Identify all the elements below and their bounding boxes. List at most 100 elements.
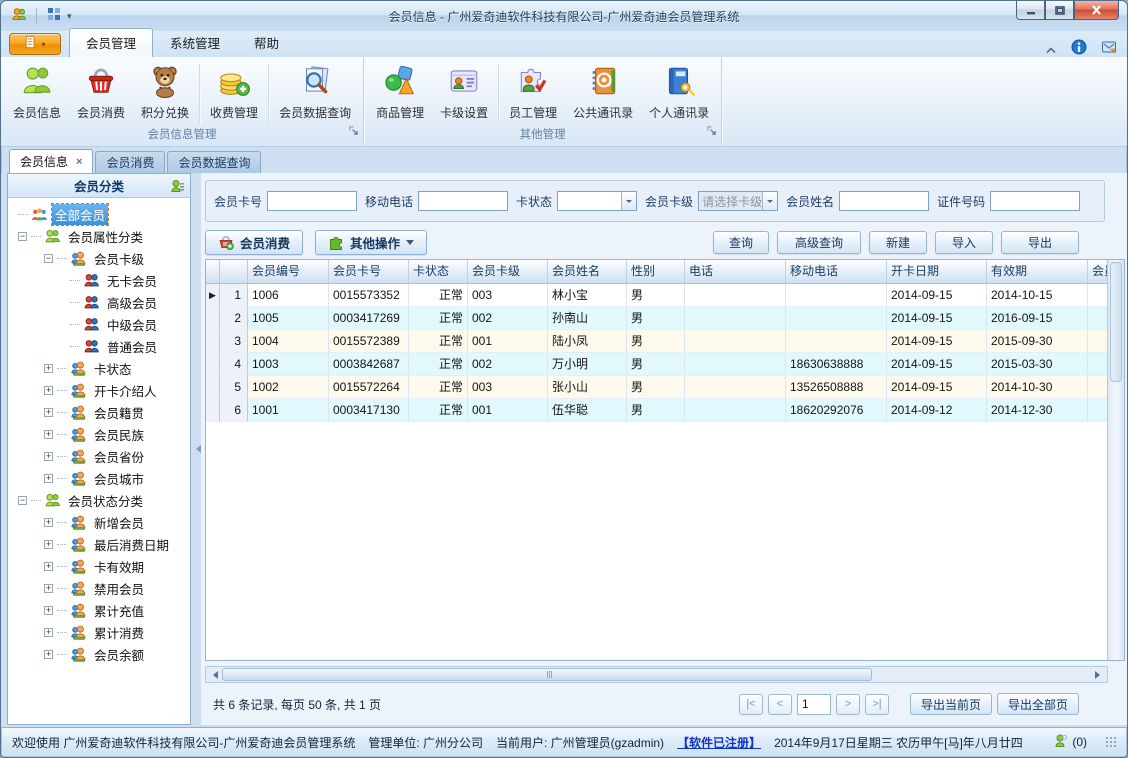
column-header-会员卡号[interactable]: 会员卡号 xyxy=(329,260,409,283)
first-page-button[interactable]: |< xyxy=(738,693,763,715)
tree-node-会员余额[interactable]: + 会员余额 xyxy=(8,643,190,665)
tree-node-新增会员[interactable]: + 新增会员 xyxy=(8,511,190,533)
vertical-scrollbar-thumb[interactable] xyxy=(1110,262,1122,382)
export-all-pages-button[interactable]: 导出全部页 xyxy=(996,693,1079,715)
tree-node-普通会员[interactable]: 普通会员 xyxy=(8,335,190,357)
search-combo-会员卡级[interactable]: 请选择卡级 xyxy=(698,191,779,211)
search-combo-卡状态[interactable] xyxy=(557,191,638,211)
scroll-right-icon[interactable] xyxy=(1092,667,1107,682)
expand-node-icon[interactable]: + xyxy=(44,649,53,659)
tree-node-会员卡级[interactable]: − 会员卡级 xyxy=(8,247,190,269)
tree-node-开卡介绍人[interactable]: + 开卡介绍人 xyxy=(8,379,190,401)
column-header-会员[interactable]: 会员 xyxy=(1088,260,1107,283)
search-input-会员卡号[interactable] xyxy=(267,191,358,211)
toolbar-button-新建[interactable]: 新建 xyxy=(869,230,927,254)
ribbon-button-会员信息[interactable]: 会员信息 xyxy=(5,60,69,127)
expand-node-icon[interactable]: + xyxy=(44,473,53,483)
tree-node-会员省份[interactable]: + 会员省份 xyxy=(8,445,190,467)
search-input-证件号码[interactable] xyxy=(990,191,1081,211)
prev-page-button[interactable]: < xyxy=(767,693,792,715)
expand-node-icon[interactable]: + xyxy=(44,407,53,417)
maximize-button[interactable] xyxy=(1045,1,1074,20)
column-header-卡状态[interactable]: 卡状态 xyxy=(409,260,468,283)
tree-node-中级会员[interactable]: 中级会员 xyxy=(8,313,190,335)
expand-node-icon[interactable]: + xyxy=(44,605,53,615)
tree-node-卡状态[interactable]: + 卡状态 xyxy=(8,357,190,379)
sidebar-collapse-handle[interactable] xyxy=(191,173,201,725)
tree-node-无卡会员[interactable]: 无卡会员 xyxy=(8,269,190,291)
expand-node-icon[interactable]: + xyxy=(44,561,53,571)
table-row[interactable]: 6 1001 0003417130 正常 001 伍华聪男 18620292076 2014-… xyxy=(206,399,1107,422)
toolbar-button-其他操作[interactable]: 其他操作 xyxy=(315,229,428,255)
expand-node-icon[interactable]: + xyxy=(44,583,53,593)
close-button[interactable] xyxy=(1074,1,1119,20)
column-header-开卡日期[interactable]: 开卡日期 xyxy=(887,260,987,283)
tree-node-最后消费日期[interactable]: + 最后消费日期 xyxy=(8,533,190,555)
close-tab-icon[interactable]: × xyxy=(76,156,82,168)
resize-grip-icon[interactable] xyxy=(1114,737,1116,747)
doc-tab-2[interactable]: 会员数据查询 xyxy=(167,151,262,173)
tree-node-禁用会员[interactable]: + 禁用会员 xyxy=(8,577,190,599)
tree-node-累计消费[interactable]: + 累计消费 xyxy=(8,621,190,643)
search-input-移动电话[interactable] xyxy=(418,191,509,211)
toolbar-button-高级查询[interactable]: 高级查询 xyxy=(777,230,861,254)
minimize-button[interactable] xyxy=(1016,1,1045,20)
toolbar-button-导出[interactable]: 导出 xyxy=(1001,230,1079,254)
page-number-input[interactable] xyxy=(796,693,831,715)
doc-tab-1[interactable]: 会员消费 xyxy=(95,151,166,173)
table-row[interactable]: 3 1004 0015572389 正常 001 陆小凤男 2014-09-15 2015-0… xyxy=(206,330,1107,353)
column-header-会员卡级[interactable]: 会员卡级 xyxy=(468,260,548,283)
column-header-有效期[interactable]: 有效期 xyxy=(987,260,1088,283)
tree-node-卡有效期[interactable]: + 卡有效期 xyxy=(8,555,190,577)
expand-node-icon[interactable]: + xyxy=(44,627,53,637)
ribbon-tab-1[interactable]: 系统管理 xyxy=(153,28,237,57)
column-header-移动电话[interactable]: 移动电话 xyxy=(786,260,887,283)
registered-link[interactable]: 【软件已注册】 xyxy=(677,734,761,751)
ribbon-button-个人通讯录[interactable]: 个人通讯录 xyxy=(641,60,717,127)
table-row[interactable]: 5 1002 0015572264 正常 003 张小山男 13526508888 2014-… xyxy=(206,376,1107,399)
column-header-会员编号[interactable]: 会员编号 xyxy=(248,260,329,283)
ribbon-button-卡级设置[interactable]: 卡级设置 xyxy=(432,60,496,127)
ribbon-button-会员消费[interactable]: 会员消费 xyxy=(69,60,133,127)
expand-node-icon[interactable]: + xyxy=(44,363,53,373)
scroll-left-icon[interactable] xyxy=(206,667,221,682)
expand-node-icon[interactable]: + xyxy=(44,385,53,395)
collapse-node-icon[interactable]: − xyxy=(18,495,27,505)
ribbon-button-积分兑换[interactable]: 积分兑换 xyxy=(133,60,197,127)
ribbon-button-商品管理[interactable]: 商品管理 xyxy=(368,60,432,127)
toolbar-button-会员消费[interactable]: 会员消费 xyxy=(205,229,304,255)
ribbon-button-收费管理[interactable]: 收费管理 xyxy=(202,60,266,127)
expand-node-icon[interactable]: + xyxy=(44,451,53,461)
column-header-会员姓名[interactable]: 会员姓名 xyxy=(548,260,627,283)
tree-node-全部会员[interactable]: 全部会员 xyxy=(8,202,190,226)
tree-node-会员属性分类[interactable]: − 会员属性分类 xyxy=(8,225,190,247)
toolbar-button-查询[interactable]: 查询 xyxy=(713,230,769,254)
tree-node-会员状态分类[interactable]: − 会员状态分类 xyxy=(8,489,190,511)
ribbon-button-会员数据查询[interactable]: 会员数据查询 xyxy=(271,60,359,127)
vertical-scrollbar[interactable] xyxy=(1107,260,1124,660)
ribbon-button-公共通讯录[interactable]: 公共通讯录 xyxy=(565,60,641,127)
last-page-button[interactable]: >| xyxy=(864,693,889,715)
collapse-ribbon-icon[interactable] xyxy=(1045,41,1057,59)
expand-node-icon[interactable]: + xyxy=(44,539,53,549)
layout-grid-icon[interactable] xyxy=(46,6,62,27)
tree-node-会员民族[interactable]: + 会员民族 xyxy=(8,423,190,445)
horizontal-scrollbar-thumb[interactable] xyxy=(222,668,872,681)
doc-tab-0[interactable]: 会员信息 × xyxy=(9,149,94,173)
expand-node-icon[interactable]: + xyxy=(44,429,53,439)
ribbon-tab-2[interactable]: 帮助 xyxy=(237,28,296,57)
column-header-性别[interactable]: 性别 xyxy=(627,260,685,283)
column-header-电话[interactable]: 电话 xyxy=(685,260,786,283)
member-settings-icon[interactable] xyxy=(169,178,185,199)
ribbon-button-员工管理[interactable]: 员工管理 xyxy=(501,60,565,127)
tree-node-会员城市[interactable]: + 会员城市 xyxy=(8,467,190,489)
search-input-会员姓名[interactable] xyxy=(839,191,930,211)
collapse-node-icon[interactable]: − xyxy=(44,253,53,263)
expand-node-icon[interactable]: + xyxy=(44,517,53,527)
table-row[interactable]: 2 1005 0003417269 正常 002 孙南山男 2014-09-15 2016-0… xyxy=(206,307,1107,330)
next-page-button[interactable]: > xyxy=(835,693,860,715)
application-menu-button[interactable]: ▾ xyxy=(9,33,61,55)
ribbon-tab-0[interactable]: 会员管理 xyxy=(69,28,154,57)
dialog-launcher-icon[interactable] xyxy=(706,125,717,142)
quick-access-dropdown-icon[interactable]: ▾ xyxy=(67,11,72,22)
